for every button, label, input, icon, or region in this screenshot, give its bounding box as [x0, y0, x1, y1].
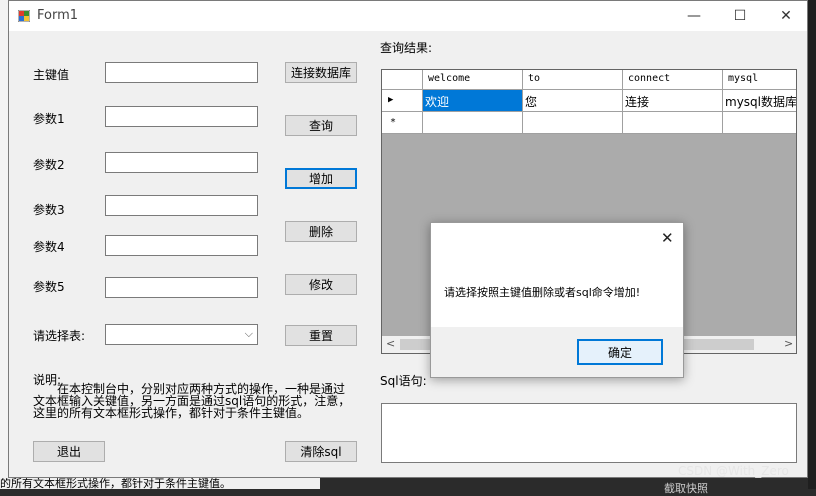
window-title: Form1: [37, 8, 79, 23]
maximize-button[interactable]: ☐: [717, 1, 763, 31]
param2-input[interactable]: [105, 152, 258, 173]
scroll-left-icon[interactable]: <: [386, 337, 395, 350]
sql-input[interactable]: [381, 403, 797, 463]
background-bottom-right: [808, 0, 816, 489]
background-left-strip: [0, 0, 8, 489]
current-row-icon[interactable]: ▶: [382, 90, 423, 112]
app-icon: [18, 10, 30, 22]
query-button[interactable]: 查询: [285, 115, 357, 136]
label-param3: 参数3: [33, 203, 65, 217]
add-button[interactable]: 增加: [285, 168, 357, 189]
grid-cell[interactable]: mysql数据库: [723, 90, 796, 112]
grid-corner: [382, 70, 423, 90]
clear-sql-button[interactable]: 清除sql: [285, 441, 357, 462]
description-text: 在本控制台中，分别对应两种方式的操作，一种是通过 文本框输入关键值，另一方面是通…: [33, 383, 373, 419]
exit-button[interactable]: 退出: [33, 441, 105, 462]
primary-key-input[interactable]: [105, 62, 258, 83]
background-snapshot-text: 截取快照: [664, 482, 708, 495]
param3-input[interactable]: [105, 195, 258, 216]
scroll-right-icon[interactable]: >: [784, 337, 793, 350]
label-param4: 参数4: [33, 240, 65, 254]
label-param5: 参数5: [33, 280, 65, 294]
connect-db-button[interactable]: 连接数据库: [285, 62, 357, 83]
close-button[interactable]: ✕: [763, 1, 809, 31]
new-row-icon[interactable]: *: [382, 112, 423, 134]
background-bottom-text: 的所有文本框形式操作，都针对于条件主键值。: [0, 478, 320, 489]
watermark: CSDN @With_Zero: [678, 464, 789, 478]
maximize-icon: ☐: [733, 8, 747, 24]
grid-column-header[interactable]: mysql: [723, 70, 796, 90]
message-dialog: ✕ 请选择按照主键值删除或者sql命令增加! 确定: [430, 222, 684, 378]
main-window: Form1 — ☐ ✕ 主键值 参数1 参数2 参数3 参数4 参数5 请选择表…: [8, 0, 808, 478]
description-line: 这里的所有文本框形式操作，都针对于条件主键值。: [33, 406, 310, 420]
grid-cell[interactable]: 您: [523, 90, 623, 112]
close-icon: ✕: [780, 8, 792, 24]
grid-cell[interactable]: 欢迎: [423, 90, 523, 112]
chevron-down-icon: ⌵: [244, 327, 253, 340]
label-select-table: 请选择表:: [33, 329, 86, 343]
modify-button[interactable]: 修改: [285, 274, 357, 295]
grid-cell[interactable]: [523, 112, 623, 134]
grid-cell[interactable]: [423, 112, 523, 134]
reset-button[interactable]: 重置: [285, 325, 357, 346]
title-bar: Form1 — ☐ ✕: [9, 1, 807, 31]
param1-input[interactable]: [105, 106, 258, 127]
dialog-message: 请选择按照主键值删除或者sql命令增加!: [444, 286, 641, 299]
minimize-icon: —: [687, 8, 701, 24]
grid-cell[interactable]: [723, 112, 796, 134]
sql-label: Sql语句:: [380, 374, 427, 388]
ok-button[interactable]: 确定: [577, 339, 663, 365]
label-param2: 参数2: [33, 158, 65, 172]
table-select[interactable]: ⌵: [105, 324, 258, 345]
results-label: 查询结果:: [380, 41, 433, 55]
minimize-button[interactable]: —: [671, 1, 717, 31]
param5-input[interactable]: [105, 277, 258, 298]
grid-column-header[interactable]: connect: [623, 70, 723, 90]
grid-cell[interactable]: [623, 112, 723, 134]
label-primary-key: 主键值: [33, 68, 70, 82]
dialog-close-icon[interactable]: ✕: [661, 229, 674, 247]
grid-cell[interactable]: 连接: [623, 90, 723, 112]
param4-input[interactable]: [105, 235, 258, 256]
grid-column-header[interactable]: welcome: [423, 70, 523, 90]
delete-button[interactable]: 删除: [285, 221, 357, 242]
label-param1: 参数1: [33, 112, 65, 126]
grid-column-header[interactable]: to: [523, 70, 623, 90]
